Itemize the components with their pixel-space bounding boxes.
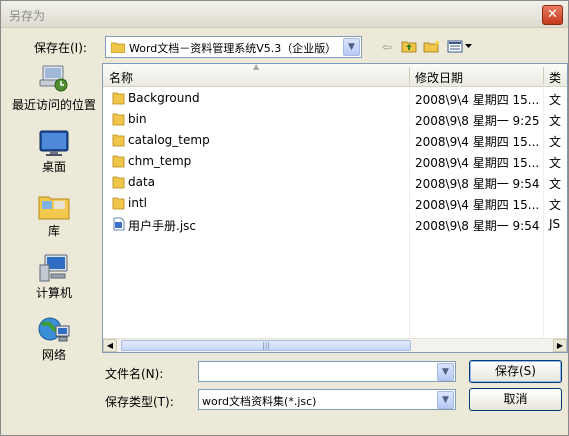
place-desktop-label: 桌面 — [41, 160, 66, 174]
place-network-label: 网络 — [41, 348, 66, 362]
views-menu-icon — [447, 40, 472, 53]
file-date: 2008\9\8 星期一 9:54 — [415, 219, 540, 233]
file-list[interactable]: ▲ 名称 修改日期 类 Background 2008\9\4 星期四 15..… — [102, 63, 568, 353]
list-item[interactable]: Background 2008\9\4 星期四 15... 文 — [103, 88, 567, 109]
new-folder-icon — [423, 40, 440, 53]
place-network[interactable]: 网络 — [9, 315, 99, 362]
folder-icon — [112, 112, 125, 129]
place-recent[interactable]: 最近访问的位置 — [9, 63, 99, 112]
list-item[interactable]: data 2008\9\8 星期一 9:54 文 — [103, 172, 567, 193]
column-type-header[interactable]: 类 — [549, 69, 561, 86]
file-date: 2008\9\4 星期四 15... — [415, 93, 540, 107]
file-date: 2008\9\4 星期四 15... — [415, 198, 540, 212]
file-date: 2008\9\4 星期四 15... — [415, 156, 540, 170]
horizontal-scrollbar[interactable]: ◀ ||| ▶ — [103, 338, 567, 352]
computer-icon — [39, 254, 68, 282]
cancel-button[interactable]: 取消 — [469, 388, 562, 411]
place-recent-label: 最近访问的位置 — [11, 98, 96, 112]
list-item[interactable]: catalog_temp 2008\9\4 星期四 15... 文 — [103, 130, 567, 151]
save-in-combobox[interactable]: Word文档－资料管理系统V5.3（企业版） ▼ — [105, 36, 362, 58]
folder-icon — [112, 196, 125, 213]
file-type: 文 — [549, 156, 562, 170]
file-date: 2008\9\8 星期一 9:25 — [415, 114, 540, 128]
file-type: JS — [549, 217, 561, 231]
close-button[interactable]: ✕ — [542, 5, 563, 25]
list-item[interactable]: bin 2008\9\8 星期一 9:25 文 — [103, 109, 567, 130]
file-name: data — [128, 175, 156, 189]
folder-icon — [112, 91, 125, 108]
filetype-combobox[interactable]: word文档资料集(*.jsc) ▼ — [198, 389, 456, 410]
folder-icon — [112, 154, 125, 171]
file-date: 2008\9\4 星期四 15... — [415, 135, 540, 149]
scroll-left-icon[interactable]: ◀ — [103, 339, 117, 352]
folder-icon — [112, 175, 125, 192]
recent-places-icon — [39, 65, 68, 92]
views-menu-button[interactable] — [446, 39, 476, 55]
places-bar: 最近访问的位置 桌面 库 计算机 网络 — [9, 63, 99, 431]
title-bar: 另存为 ✕ — [1, 1, 568, 28]
file-date: 2008\9\8 星期一 9:54 — [415, 177, 540, 191]
save-in-label: 保存在(I): — [34, 41, 87, 55]
up-folder-button[interactable] — [400, 39, 418, 55]
list-item[interactable]: 用户手册.jsc 2008\9\8 星期一 9:54 JS — [103, 214, 567, 235]
list-item[interactable]: intl 2008\9\4 星期四 15... 文 — [103, 193, 567, 214]
grip-icon: ||| — [262, 341, 271, 350]
column-name-header[interactable]: 名称 — [109, 69, 133, 86]
file-type: 文 — [549, 114, 562, 128]
file-list-header: ▲ 名称 修改日期 类 — [103, 64, 567, 87]
chevron-down-icon[interactable]: ▼ — [437, 391, 454, 409]
save-button[interactable]: 保存(S) — [469, 360, 562, 383]
save-as-dialog: 另存为 ✕ 保存在(I): Word文档－资料管理系统V5.3（企业版） ▼ ⇦ — [0, 0, 569, 436]
new-folder-button[interactable] — [422, 39, 442, 55]
filetype-label: 保存类型(T): — [105, 395, 174, 409]
place-libraries[interactable]: 库 — [9, 191, 99, 238]
filetype-value: word文档资料集(*.jsc) — [202, 395, 317, 408]
column-divider[interactable] — [543, 67, 544, 84]
file-name: bin — [128, 112, 147, 126]
file-type: 文 — [549, 93, 562, 107]
place-computer-label: 计算机 — [35, 286, 72, 300]
folder-icon — [110, 41, 126, 56]
scrollbar-thumb[interactable]: ||| — [121, 340, 411, 351]
chevron-down-icon[interactable]: ▼ — [343, 38, 360, 56]
column-divider[interactable] — [409, 67, 410, 84]
network-icon — [38, 317, 70, 342]
jsc-file-icon — [112, 217, 125, 234]
libraries-icon — [38, 196, 70, 220]
save-in-value: Word文档－资料管理系统V5.3（企业版） — [129, 42, 337, 55]
folder-up-icon — [401, 41, 417, 53]
file-name: 用户手册.jsc — [128, 219, 196, 233]
place-libraries-label: 库 — [47, 224, 60, 238]
back-button[interactable]: ⇦ — [378, 39, 396, 55]
filename-label: 文件名(N): — [105, 367, 164, 381]
file-name: catalog_temp — [128, 133, 210, 147]
list-item[interactable]: chm_temp 2008\9\4 星期四 15... 文 — [103, 151, 567, 172]
back-arrow-icon: ⇦ — [381, 40, 393, 54]
place-desktop[interactable]: 桌面 — [9, 129, 99, 174]
file-name: intl — [128, 196, 147, 210]
file-name: Background — [128, 91, 200, 105]
filename-combobox[interactable]: ▼ — [198, 361, 456, 382]
file-type: 文 — [549, 135, 562, 149]
scroll-right-icon[interactable]: ▶ — [553, 339, 567, 352]
folder-icon — [112, 133, 125, 150]
file-name: chm_temp — [128, 154, 192, 168]
chevron-down-icon[interactable]: ▼ — [437, 363, 454, 381]
filename-input[interactable] — [201, 363, 433, 380]
dialog-title: 另存为 — [9, 9, 46, 23]
sort-ascending-icon: ▲ — [253, 63, 260, 71]
place-computer[interactable]: 计算机 — [9, 253, 99, 300]
file-type: 文 — [549, 198, 562, 212]
file-type: 文 — [549, 177, 562, 191]
column-date-header[interactable]: 修改日期 — [415, 69, 463, 86]
desktop-icon — [39, 130, 69, 156]
